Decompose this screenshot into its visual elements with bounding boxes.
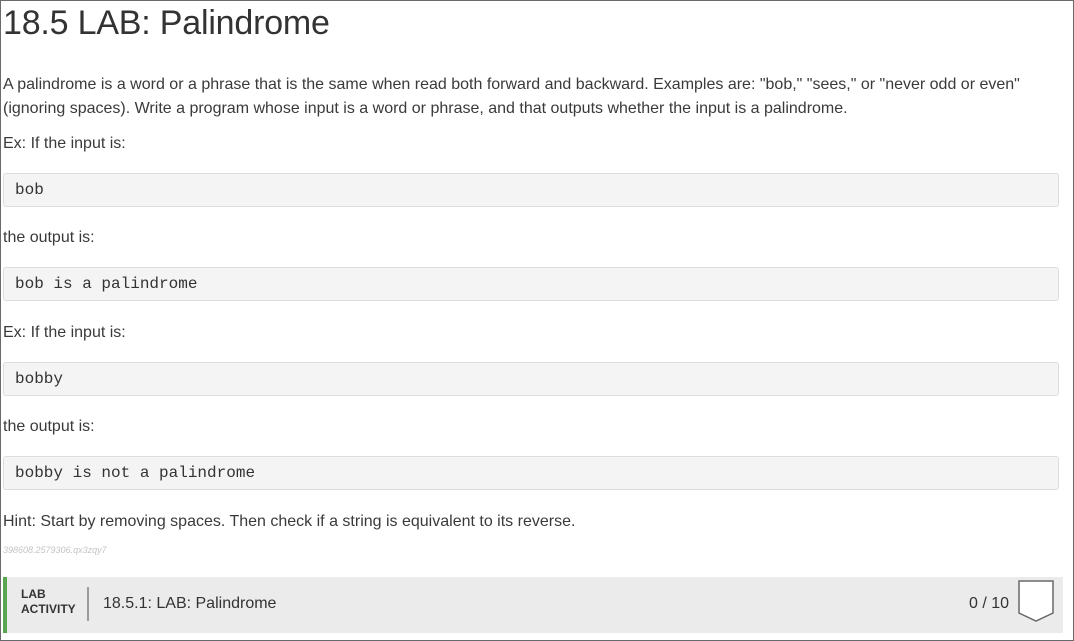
lab-type-line2: ACTIVITY bbox=[21, 602, 76, 616]
lab-score: 0 / 10 bbox=[968, 595, 1009, 612]
page-title: 18.5 LAB: Palindrome bbox=[3, 4, 330, 42]
lab-activity-bar[interactable]: LAB ACTIVITY 18.5.1: LAB: Palindrome 0 /… bbox=[3, 577, 1063, 633]
lab-activity-type: LAB ACTIVITY bbox=[21, 587, 76, 617]
lab-divider bbox=[87, 587, 89, 621]
example-1-input-label: Ex: If the input is: bbox=[3, 135, 126, 152]
example-2-input-label: Ex: If the input is: bbox=[3, 324, 126, 341]
shield-badge-icon bbox=[1017, 579, 1055, 623]
example-1-input-code: bob bbox=[3, 173, 1059, 207]
example-2-input-code: bobby bbox=[3, 362, 1059, 396]
tracking-id: 398608.2579306.qx3zqy7 bbox=[3, 545, 107, 555]
example-1-output-label: the output is: bbox=[3, 229, 95, 246]
example-2-output-code: bobby is not a palindrome bbox=[3, 456, 1059, 490]
lab-activity-title[interactable]: 18.5.1: LAB: Palindrome bbox=[103, 595, 276, 613]
example-2-output-label: the output is: bbox=[3, 418, 95, 435]
lab-type-line1: LAB bbox=[21, 587, 46, 601]
content-frame: 18.5 LAB: Palindrome A palindrome is a w… bbox=[0, 0, 1074, 641]
problem-description: A palindrome is a word or a phrase that … bbox=[3, 76, 1020, 117]
example-1-output-code: bob is a palindrome bbox=[3, 267, 1059, 301]
hint-text: Hint: Start by removing spaces. Then che… bbox=[3, 513, 576, 530]
